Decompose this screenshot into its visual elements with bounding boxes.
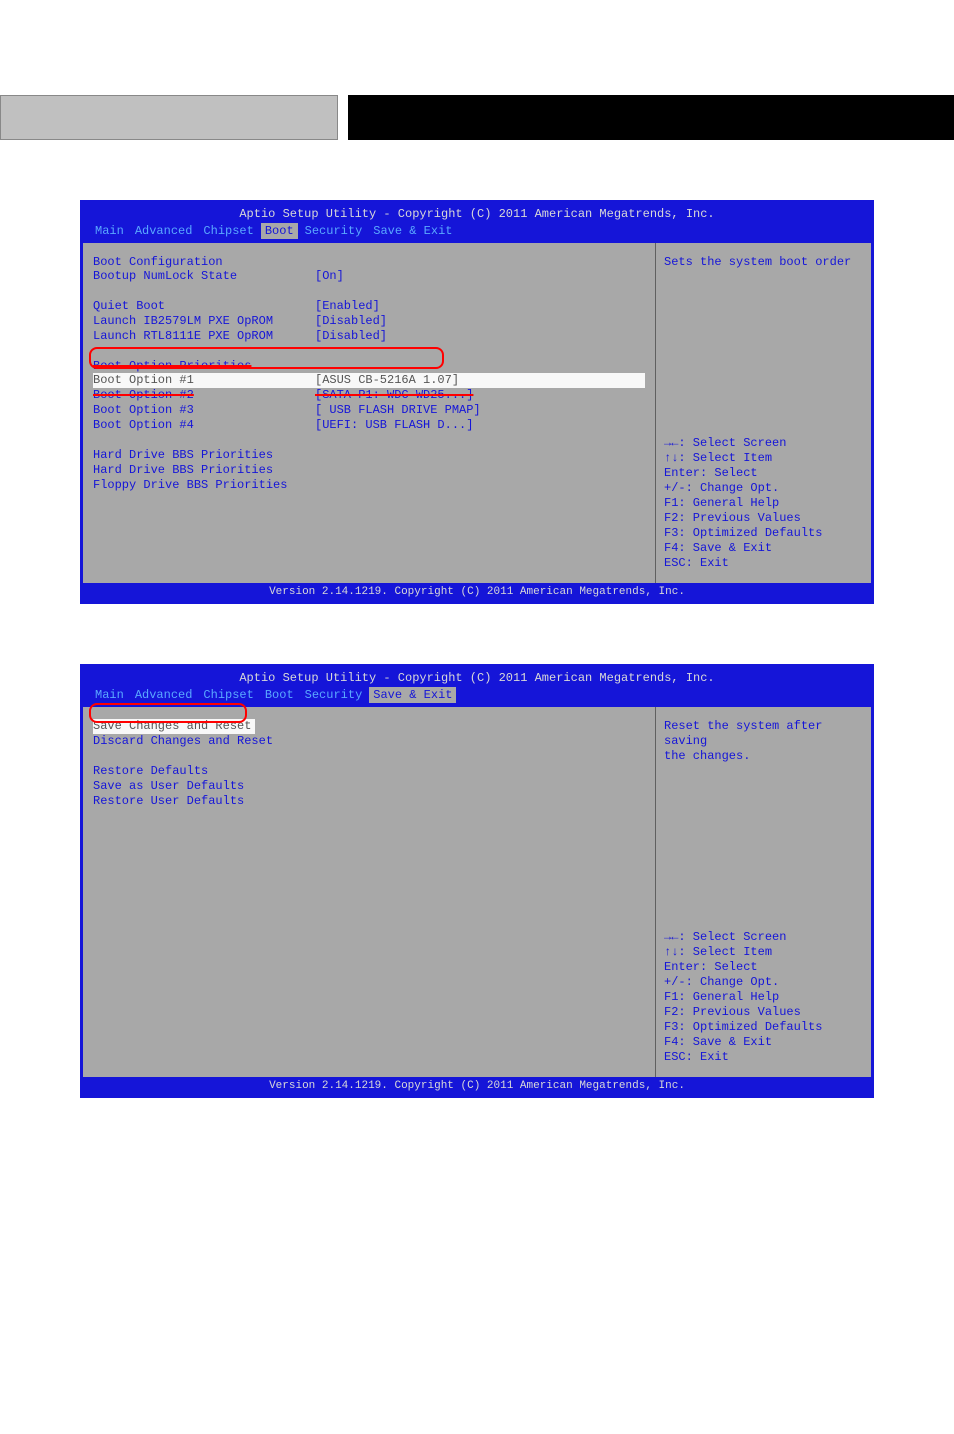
boot-option-1-value: [ASUS CB-5216A 1.07]	[315, 373, 459, 388]
bios-tabs-2: Main Advanced Chipset Boot Security Save…	[91, 687, 863, 703]
hdd-bbs-1-label: Hard Drive BBS Priorities	[93, 448, 315, 463]
boot-option-4-row[interactable]: Boot Option #4 [UEFI: USB FLASH D...]	[93, 418, 645, 433]
save-user-defaults-row[interactable]: Save as User Defaults	[93, 779, 645, 794]
help-keys: →←: Select Screen ↑↓: Select Item Enter:…	[664, 436, 863, 571]
tab-main[interactable]: Main	[91, 223, 128, 239]
boot-option-3-label: Boot Option #3	[93, 403, 315, 418]
restore-defaults-label: Restore Defaults	[93, 764, 315, 779]
bios-footer-2: Version 2.14.1219. Copyright (C) 2011 Am…	[83, 1077, 871, 1095]
pxe2-row[interactable]: Launch RTL8111E PXE OpROM [Disabled]	[93, 329, 645, 344]
help-select-screen-2: →←: Select Screen	[664, 930, 863, 945]
tab-save-exit[interactable]: Save & Exit	[369, 223, 456, 239]
boot-option-4-label: Boot Option #4	[93, 418, 315, 433]
help-general: F1: General Help	[664, 496, 863, 511]
help-previous: F2: Previous Values	[664, 511, 863, 526]
discard-changes-reset-row[interactable]: Discard Changes and Reset	[93, 734, 645, 749]
hdd-bbs-2-row[interactable]: Hard Drive BBS Priorities	[93, 463, 645, 478]
header-left-box	[0, 95, 338, 140]
boot-option-3-row[interactable]: Boot Option #3 [ USB FLASH DRIVE PMAP]	[93, 403, 645, 418]
pxe2-value: [Disabled]	[315, 329, 387, 344]
pxe1-label: Launch IB2579LM PXE OpROM	[93, 314, 315, 329]
boot-option-2-value: [SATA P1: WDC WD25...]	[315, 388, 473, 403]
help-change-2: +/-: Change Opt.	[664, 975, 863, 990]
restore-user-defaults-row[interactable]: Restore User Defaults	[93, 794, 645, 809]
boot-priorities-heading: Boot Option Priorities	[93, 359, 645, 373]
bios-body: Boot Configuration Bootup NumLock State …	[83, 243, 871, 583]
help-optimized-2: F3: Optimized Defaults	[664, 1020, 863, 1035]
save-changes-reset-label: Save Changes and Reset	[93, 719, 251, 733]
bios-title: Aptio Setup Utility - Copyright (C) 2011…	[91, 207, 863, 221]
help-previous-2: F2: Previous Values	[664, 1005, 863, 1020]
help-general-2: F1: General Help	[664, 990, 863, 1005]
bios-tabs: Main Advanced Chipset Boot Security Save…	[91, 223, 863, 239]
help-exit: ESC: Exit	[664, 556, 863, 571]
tab-save-exit-2[interactable]: Save & Exit	[369, 687, 456, 703]
pxe1-value: [Disabled]	[315, 314, 387, 329]
boot-option-1-row[interactable]: Boot Option #1 [ASUS CB-5216A 1.07]	[93, 373, 645, 388]
help-enter-2: Enter: Select	[664, 960, 863, 975]
bios-title-2: Aptio Setup Utility - Copyright (C) 2011…	[91, 671, 863, 685]
tab-boot-2[interactable]: Boot	[261, 687, 298, 703]
bios-header-2: Aptio Setup Utility - Copyright (C) 2011…	[83, 667, 871, 707]
numlock-row[interactable]: Bootup NumLock State [On]	[93, 269, 645, 284]
tab-security-2[interactable]: Security	[301, 687, 367, 703]
bios-right-panel: Sets the system boot order →←: Select Sc…	[656, 243, 871, 583]
header-right-box	[348, 95, 954, 140]
help-select-item-2: ↑↓: Select Item	[664, 945, 863, 960]
save-changes-reset-row[interactable]: Save Changes and Reset	[93, 719, 255, 734]
tab-chipset[interactable]: Chipset	[199, 223, 257, 239]
help-select-item: ↑↓: Select Item	[664, 451, 863, 466]
help-exit-2: ESC: Exit	[664, 1050, 863, 1065]
boot-config-heading: Boot Configuration	[93, 255, 645, 269]
tab-chipset-2[interactable]: Chipset	[199, 687, 257, 703]
pxe2-label: Launch RTL8111E PXE OpROM	[93, 329, 315, 344]
quiet-boot-value: [Enabled]	[315, 299, 380, 314]
tab-boot[interactable]: Boot	[261, 223, 298, 239]
pxe1-row[interactable]: Launch IB2579LM PXE OpROM [Disabled]	[93, 314, 645, 329]
bios-boot-screen: Aptio Setup Utility - Copyright (C) 2011…	[80, 200, 874, 604]
help-text: Sets the system boot order	[664, 255, 863, 270]
boot-option-2-label: Boot Option #2	[93, 388, 315, 403]
bios-left-panel: Boot Configuration Bootup NumLock State …	[83, 243, 656, 583]
tab-security[interactable]: Security	[301, 223, 367, 239]
quiet-boot-row[interactable]: Quiet Boot [Enabled]	[93, 299, 645, 314]
floppy-bbs-label: Floppy Drive BBS Priorities	[93, 478, 315, 493]
help-optimized: F3: Optimized Defaults	[664, 526, 863, 541]
help-save: F4: Save & Exit	[664, 541, 863, 556]
help-select-screen: →←: Select Screen	[664, 436, 863, 451]
bios-left-panel-2: Save Changes and Reset Discard Changes a…	[83, 707, 656, 1077]
numlock-label: Bootup NumLock State	[93, 269, 315, 284]
boot-option-3-value: [ USB FLASH DRIVE PMAP]	[315, 403, 481, 418]
tab-main-2[interactable]: Main	[91, 687, 128, 703]
page-header-banner	[0, 95, 954, 140]
bios-save-exit-screen: Aptio Setup Utility - Copyright (C) 2011…	[80, 664, 874, 1098]
help-keys-2: →←: Select Screen ↑↓: Select Item Enter:…	[664, 930, 863, 1065]
restore-defaults-row[interactable]: Restore Defaults	[93, 764, 645, 779]
save-user-defaults-label: Save as User Defaults	[93, 779, 315, 794]
boot-option-1-label: Boot Option #1	[93, 373, 315, 388]
bios-right-panel-2: Reset the system after saving the change…	[656, 707, 871, 1077]
help-enter: Enter: Select	[664, 466, 863, 481]
quiet-boot-label: Quiet Boot	[93, 299, 315, 314]
help-save-2: F4: Save & Exit	[664, 1035, 863, 1050]
bios-body-2: Save Changes and Reset Discard Changes a…	[83, 707, 871, 1077]
hdd-bbs-2-label: Hard Drive BBS Priorities	[93, 463, 315, 478]
restore-user-defaults-label: Restore User Defaults	[93, 794, 315, 809]
bios-header: Aptio Setup Utility - Copyright (C) 2011…	[83, 203, 871, 243]
tab-advanced[interactable]: Advanced	[131, 223, 197, 239]
discard-changes-reset-label: Discard Changes and Reset	[93, 734, 315, 749]
help-text-2b: the changes.	[664, 749, 863, 764]
boot-option-4-value: [UEFI: USB FLASH D...]	[315, 418, 473, 433]
floppy-bbs-row[interactable]: Floppy Drive BBS Priorities	[93, 478, 645, 493]
numlock-value: [On]	[315, 269, 344, 284]
help-text-2a: Reset the system after saving	[664, 719, 863, 749]
boot-option-2-row[interactable]: Boot Option #2 [SATA P1: WDC WD25...]	[93, 388, 645, 403]
hdd-bbs-1-row[interactable]: Hard Drive BBS Priorities	[93, 448, 645, 463]
tab-advanced-2[interactable]: Advanced	[131, 687, 197, 703]
bios-footer: Version 2.14.1219. Copyright (C) 2011 Am…	[83, 583, 871, 601]
help-change: +/-: Change Opt.	[664, 481, 863, 496]
